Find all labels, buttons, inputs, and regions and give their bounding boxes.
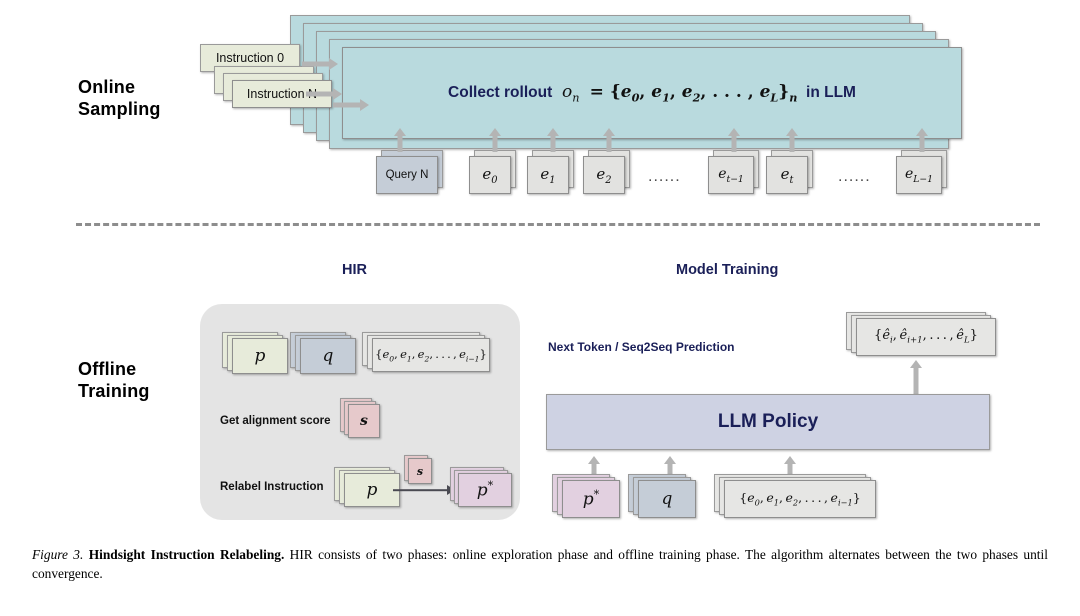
hir-q-label: q bbox=[322, 346, 334, 366]
token-stack-2: e2 bbox=[583, 150, 643, 198]
figure-canvas: Online Sampling Collect rollout on = {e0… bbox=[0, 0, 1080, 616]
prediction-output-arrow bbox=[904, 360, 928, 396]
prediction-output-stack: {êi, êi+1, . . . , êL} bbox=[846, 312, 1016, 368]
token-ellipsis-2: ...... bbox=[838, 168, 871, 185]
token-card-L-1: eL−1 bbox=[896, 156, 942, 194]
hir-align-score-label: Get alignment score bbox=[220, 415, 331, 427]
offline-training-label-line1: Offline bbox=[78, 359, 137, 379]
policy-input-q-card: q bbox=[638, 480, 696, 518]
token-arrow-1 bbox=[541, 128, 565, 152]
hir-p-card: p bbox=[232, 338, 288, 374]
query-label: Query N bbox=[385, 169, 429, 181]
query-card: Query N bbox=[376, 156, 438, 194]
hir-s-stack: s bbox=[340, 398, 400, 448]
online-sampling-label: Online Sampling bbox=[78, 76, 161, 120]
token-card-2: e2 bbox=[583, 156, 625, 194]
policy-input-q-label: q bbox=[661, 489, 673, 509]
next-token-prediction-label: Next Token / Seq2Seq Prediction bbox=[548, 340, 735, 354]
rollout-formula-text: Collect rollout on = {e0, e1, e2, . . . … bbox=[448, 81, 856, 105]
token-card-t: et bbox=[766, 156, 808, 194]
hir-relabel-arrow bbox=[393, 484, 455, 496]
offline-training-label-line2: Training bbox=[78, 381, 150, 401]
online-sampling-label-line1: Online bbox=[78, 77, 136, 97]
online-sampling-label-line2: Sampling bbox=[78, 99, 161, 119]
hir-relabel-s-label: s bbox=[416, 464, 424, 478]
token-arrow-2 bbox=[597, 128, 621, 152]
hir-relabel-s-card: s bbox=[408, 458, 432, 484]
instruction-arrow-n bbox=[333, 99, 369, 111]
hir-seq-label: {e0, e1, e2, . . . , ei−1} bbox=[375, 346, 487, 364]
token-ellipsis-1: ...... bbox=[648, 168, 681, 185]
offline-training-label: Offline Training bbox=[78, 358, 150, 402]
token-arrow-t-1 bbox=[722, 128, 746, 152]
hir-pstar-card: p* bbox=[458, 473, 512, 507]
policy-input-seq-card: {e0, e1, e2, . . . , ei−1} bbox=[724, 480, 876, 518]
hir-relabel-p-card: p bbox=[344, 473, 400, 507]
hir-q-card: q bbox=[300, 338, 356, 374]
query-arrow bbox=[388, 128, 412, 152]
token-label-t-1: et−1 bbox=[718, 165, 744, 185]
instruction-arrow-0 bbox=[302, 58, 338, 70]
hir-q-stack: q bbox=[290, 332, 370, 384]
prediction-output-label: {êi, êi+1, . . . , êL} bbox=[874, 328, 978, 346]
llm-policy-bar: LLM Policy bbox=[546, 394, 990, 450]
hir-relabel-p-label: p bbox=[366, 480, 378, 500]
hir-p-label: p bbox=[254, 346, 266, 366]
token-arrow-0 bbox=[483, 128, 507, 152]
token-card-t-1: et−1 bbox=[708, 156, 754, 194]
rollout-box: Collect rollout on = {e0, e1, e2, . . . … bbox=[342, 47, 962, 139]
policy-input-seq-label: {e0, e1, e2, . . . , ei−1} bbox=[739, 490, 861, 508]
hir-s-label: s bbox=[360, 413, 368, 429]
token-stack-0: e0 bbox=[469, 150, 529, 198]
token-arrow-t bbox=[780, 128, 804, 152]
policy-input-pstar-label: p* bbox=[582, 488, 600, 510]
policy-input-pstar-card: p* bbox=[562, 480, 620, 518]
token-stack-t: et bbox=[766, 150, 826, 198]
phase-divider bbox=[76, 223, 1040, 226]
token-card-1: e1 bbox=[527, 156, 569, 194]
policy-input-seq-stack: {e0, e1, e2, . . . , ei−1} bbox=[714, 474, 894, 528]
instruction-first-label: Instruction 0 bbox=[215, 51, 285, 65]
token-stack-1: e1 bbox=[527, 150, 587, 198]
caption-title: Hindsight Instruction Relabeling. bbox=[88, 547, 285, 562]
hir-relabel-label: Relabel Instruction bbox=[220, 481, 324, 493]
model-training-heading: Model Training bbox=[676, 262, 779, 278]
policy-input-q-stack: q bbox=[628, 474, 708, 528]
token-card-0: e0 bbox=[469, 156, 511, 194]
token-label-1: e1 bbox=[540, 164, 556, 186]
prediction-output-card: {êi, êi+1, . . . , êL} bbox=[856, 318, 996, 356]
token-arrow-L-1 bbox=[910, 128, 934, 152]
hir-pstar-label: p* bbox=[476, 479, 494, 501]
token-label-0: e0 bbox=[482, 164, 498, 186]
llm-policy-label: LLM Policy bbox=[717, 411, 819, 432]
token-stack-L-1: eL−1 bbox=[896, 150, 960, 198]
caption-number: Figure 3. bbox=[32, 547, 84, 562]
policy-input-pstar-stack: p* bbox=[552, 474, 632, 528]
hir-pstar-stack: p* bbox=[450, 467, 522, 519]
query-stack: Query N bbox=[376, 150, 456, 198]
hir-seq-stack: {e0, e1, e2, . . . , ei−1} bbox=[362, 332, 502, 384]
hir-heading: HIR bbox=[342, 262, 367, 278]
figure-caption: Figure 3. Hindsight Instruction Relabeli… bbox=[32, 545, 1048, 583]
token-label-2: e2 bbox=[596, 164, 612, 186]
hir-s-card: s bbox=[348, 404, 380, 438]
rollout-prefix: Collect rollout bbox=[448, 83, 553, 101]
token-stack-t-1: et−1 bbox=[708, 150, 772, 198]
token-label-L-1: eL−1 bbox=[904, 165, 934, 185]
token-label-t: et bbox=[780, 164, 794, 186]
rollout-suffix: in LLM bbox=[806, 83, 856, 101]
rollout-stack: Collect rollout on = {e0, e1, e2, . . . … bbox=[290, 15, 962, 149]
hir-seq-card: {e0, e1, e2, . . . , ei−1} bbox=[372, 338, 490, 372]
